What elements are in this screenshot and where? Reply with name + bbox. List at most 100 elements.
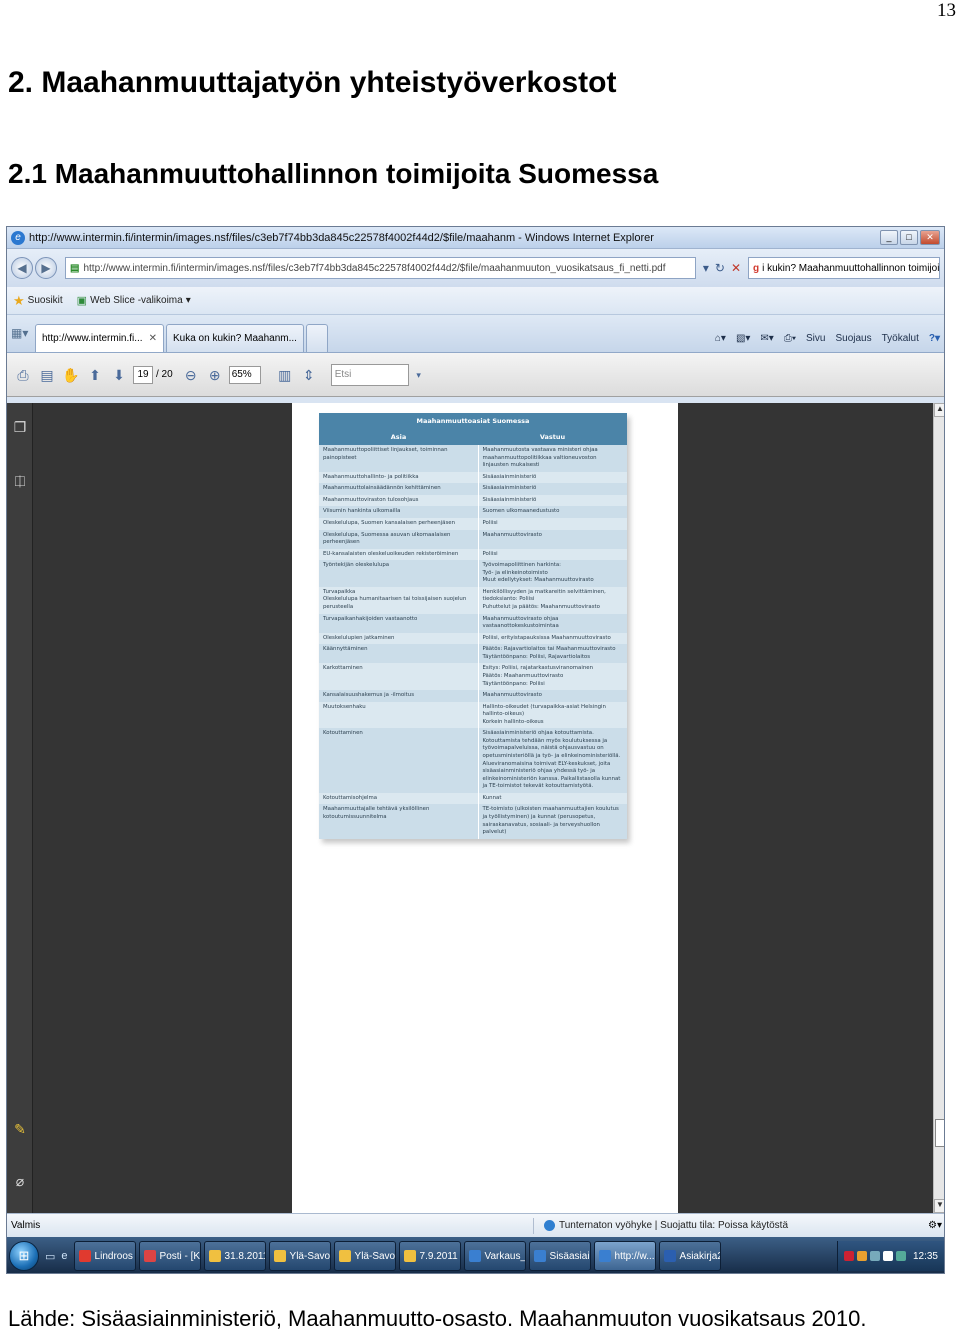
hand-icon[interactable]: ✋ [61, 365, 81, 385]
tab-bar: ▦▾ http://www.intermin.fi... ✕ Kuka on k… [7, 315, 944, 353]
cell-asia: Oleskelulupa, Suomessa asuvan ulkomaalai… [319, 529, 479, 549]
taskbar-button[interactable]: Asiakirja2... [658, 1241, 721, 1271]
zoom-level-icon[interactable]: ⚙▾ [928, 1220, 942, 1231]
menu-sivu[interactable]: Sivu [806, 333, 825, 344]
mail-icon[interactable]: ✉▾ [760, 333, 773, 344]
home-icon[interactable]: ⌂▾ [715, 333, 726, 344]
tab-kuka-on-kukin[interactable]: Kuka on kukin? Maahanm... [165, 324, 304, 352]
zoom-in-icon[interactable]: ⊕ [205, 365, 225, 385]
cell-asia: Turvapaikka Oleskelulupa humanitaarisen … [319, 586, 479, 614]
zoom-out-icon[interactable]: ⊖ [181, 365, 201, 385]
table-row: Oleskelulupa, Suomen kansalaisen perheen… [319, 517, 627, 530]
table-row: Viisumin hankinta ulkomailla Suomen ulkom… [319, 506, 627, 518]
address-input[interactable]: ▤ http://www.intermin.fi/intermin/images… [65, 257, 696, 279]
page-number-input[interactable]: 19 [133, 365, 153, 384]
taskbar-button[interactable]: Ylä-Savo [333, 1241, 396, 1271]
search-input[interactable]: g i kukin? Maahanmuuttohallinnon toimijo… [748, 257, 940, 279]
fit-page-icon[interactable]: ▥ [275, 365, 295, 385]
cell-vastuu: Työvoimapoliittinen harkinta: Työ- ja el… [478, 560, 627, 587]
cell-vastuu: Poliisi [478, 548, 627, 561]
maximize-button[interactable]: □ [900, 230, 918, 245]
new-tab-button[interactable] [305, 324, 328, 352]
cell-vastuu: Maahanmuuttovirasto [478, 690, 627, 702]
scroll-down-icon[interactable]: ▼ [934, 1199, 944, 1213]
taskbar-button[interactable]: Varkaus_... [463, 1241, 526, 1271]
close-tab-icon[interactable]: ✕ [149, 333, 157, 344]
scroll-thumb[interactable] [935, 1119, 944, 1147]
tray-icon[interactable] [856, 1251, 867, 1261]
table-row: Oleskelulupien jatkaminen Poliisi, erityi… [319, 632, 627, 645]
clock[interactable]: 12:35 [913, 1251, 938, 1262]
taskbar-button[interactable]: Ylä-Savo... [268, 1241, 331, 1271]
table-body: Maahanmuuttopoliittiset linjaukset, toim… [319, 445, 627, 839]
show-desktop-icon[interactable]: ▭ [45, 1250, 55, 1263]
print-icon[interactable]: ⎙▾ [784, 333, 796, 344]
find-input[interactable]: Etsi [330, 363, 409, 386]
back-button[interactable]: ◀ [11, 257, 33, 279]
taskbar-buttons: Lindroos ... Posti - [K... 31.8.2011 Ylä-Sa… [73, 1241, 724, 1271]
taskbar-button-label: 7.9.2011 [419, 1250, 458, 1262]
start-button[interactable]: ⊞ [9, 1241, 39, 1271]
window-title: http://www.intermin.fi/intermin/images.n… [29, 231, 654, 244]
cell-asia: Oleskelulupa, Suomen kansalaisen perheen… [319, 517, 479, 530]
task-app-icon [533, 1250, 546, 1262]
zoom-select[interactable]: 65% [228, 365, 261, 384]
attachments-panel-icon[interactable]: ⎅ [11, 473, 29, 493]
menu-tyokalut[interactable]: Työkalut [882, 333, 919, 344]
favorites-bar: ★ Suosikit ▣ Web Slice -valikoima ▾ [7, 287, 944, 315]
table-row: Turvapaikanhakijoiden vastaanotto Maahanm… [319, 613, 627, 633]
arrow-up-icon[interactable]: ⬆ [85, 365, 105, 385]
paperclip-icon[interactable]: ⌀ [11, 1173, 29, 1193]
pages-icon[interactable]: ❐ [11, 419, 29, 439]
cell-asia: Kotouttamisohjelma [319, 792, 479, 805]
task-app-icon [273, 1250, 286, 1262]
taskbar-button[interactable]: Lindroos ... [73, 1241, 136, 1271]
quick-tabs-icon[interactable]: ▦▾ [11, 326, 35, 348]
google-icon: g [753, 262, 760, 274]
menu-suojaus[interactable]: Suojaus [835, 333, 871, 344]
taskbar-button-label: Posti - [K... [159, 1250, 201, 1262]
print-icon[interactable]: ⎙ [13, 365, 33, 385]
table-row: EU-kansalaisten oleskeluoikeuden rekiste… [319, 548, 627, 561]
task-app-icon [598, 1250, 611, 1262]
cell-asia: Maahanmuuttolainsäädännön kehittäminen [319, 483, 479, 495]
vertical-scrollbar[interactable]: ▲ ▼ [933, 403, 944, 1213]
taskbar-button[interactable]: 31.8.2011 [203, 1241, 266, 1271]
cell-asia: Työntekijän oleskelulupa [319, 560, 479, 587]
fit-width-icon[interactable]: ⇕ [299, 365, 319, 385]
taskbar-button[interactable]: http://w... [593, 1241, 656, 1271]
taskbar-button[interactable]: 7.9.2011 [398, 1241, 461, 1271]
stop-icon[interactable]: ✕ [731, 261, 741, 275]
minimize-button[interactable]: _ [880, 230, 898, 245]
feeds-icon[interactable]: ▧▾ [736, 333, 750, 344]
address-value: http://www.intermin.fi/intermin/images.n… [83, 262, 666, 274]
help-icon[interactable]: ?▾ [929, 333, 940, 344]
forward-button[interactable]: ▶ [35, 257, 57, 279]
scroll-up-icon[interactable]: ▲ [934, 403, 944, 417]
tray-icon[interactable] [869, 1251, 880, 1261]
refresh-icon[interactable]: ↻ [715, 261, 725, 275]
tray-icon[interactable] [843, 1251, 854, 1261]
taskbar-button-label: Lindroos ... [94, 1250, 135, 1262]
taskbar-button[interactable]: Sisäasiain... [528, 1241, 591, 1271]
favorites-button[interactable]: ★ Suosikit [13, 293, 63, 309]
save-icon[interactable]: ▤ [37, 365, 57, 385]
quick-launch-ie-icon[interactable]: e [61, 1250, 67, 1262]
tab-intermin[interactable]: http://www.intermin.fi... ✕ [35, 324, 164, 352]
cell-vastuu: Sisäasiainministeriö ohjaa kotouttamista… [478, 728, 627, 793]
favorites-label: Suosikit [27, 295, 63, 306]
taskbar-button-label: Ylä-Savo... [289, 1250, 331, 1262]
windows-taskbar: ⊞ ▭ e Lindroos ... Posti - [K... 31.8.2011… [7, 1237, 944, 1273]
browser-screenshot: e http://www.intermin.fi/intermin/images… [6, 226, 945, 1274]
close-button[interactable]: ✕ [920, 230, 940, 245]
table-row: Kotouttamisohjelma Kunnat [319, 792, 627, 805]
dropdown-icon[interactable]: ▾ [703, 261, 709, 275]
arrow-down-icon[interactable]: ⬇ [109, 365, 129, 385]
table-row: Maahanmuuttajalle tehtävä yksilöllinen k… [319, 804, 627, 839]
volume-icon[interactable] [882, 1251, 893, 1261]
network-icon[interactable] [895, 1251, 906, 1261]
taskbar-button[interactable]: Posti - [K... [138, 1241, 201, 1271]
chevron-down-icon[interactable]: ▾ [409, 365, 429, 385]
comments-icon[interactable]: ✎ [11, 1121, 29, 1141]
webslice-button[interactable]: ▣ Web Slice -valikoima ▾ [77, 294, 191, 307]
